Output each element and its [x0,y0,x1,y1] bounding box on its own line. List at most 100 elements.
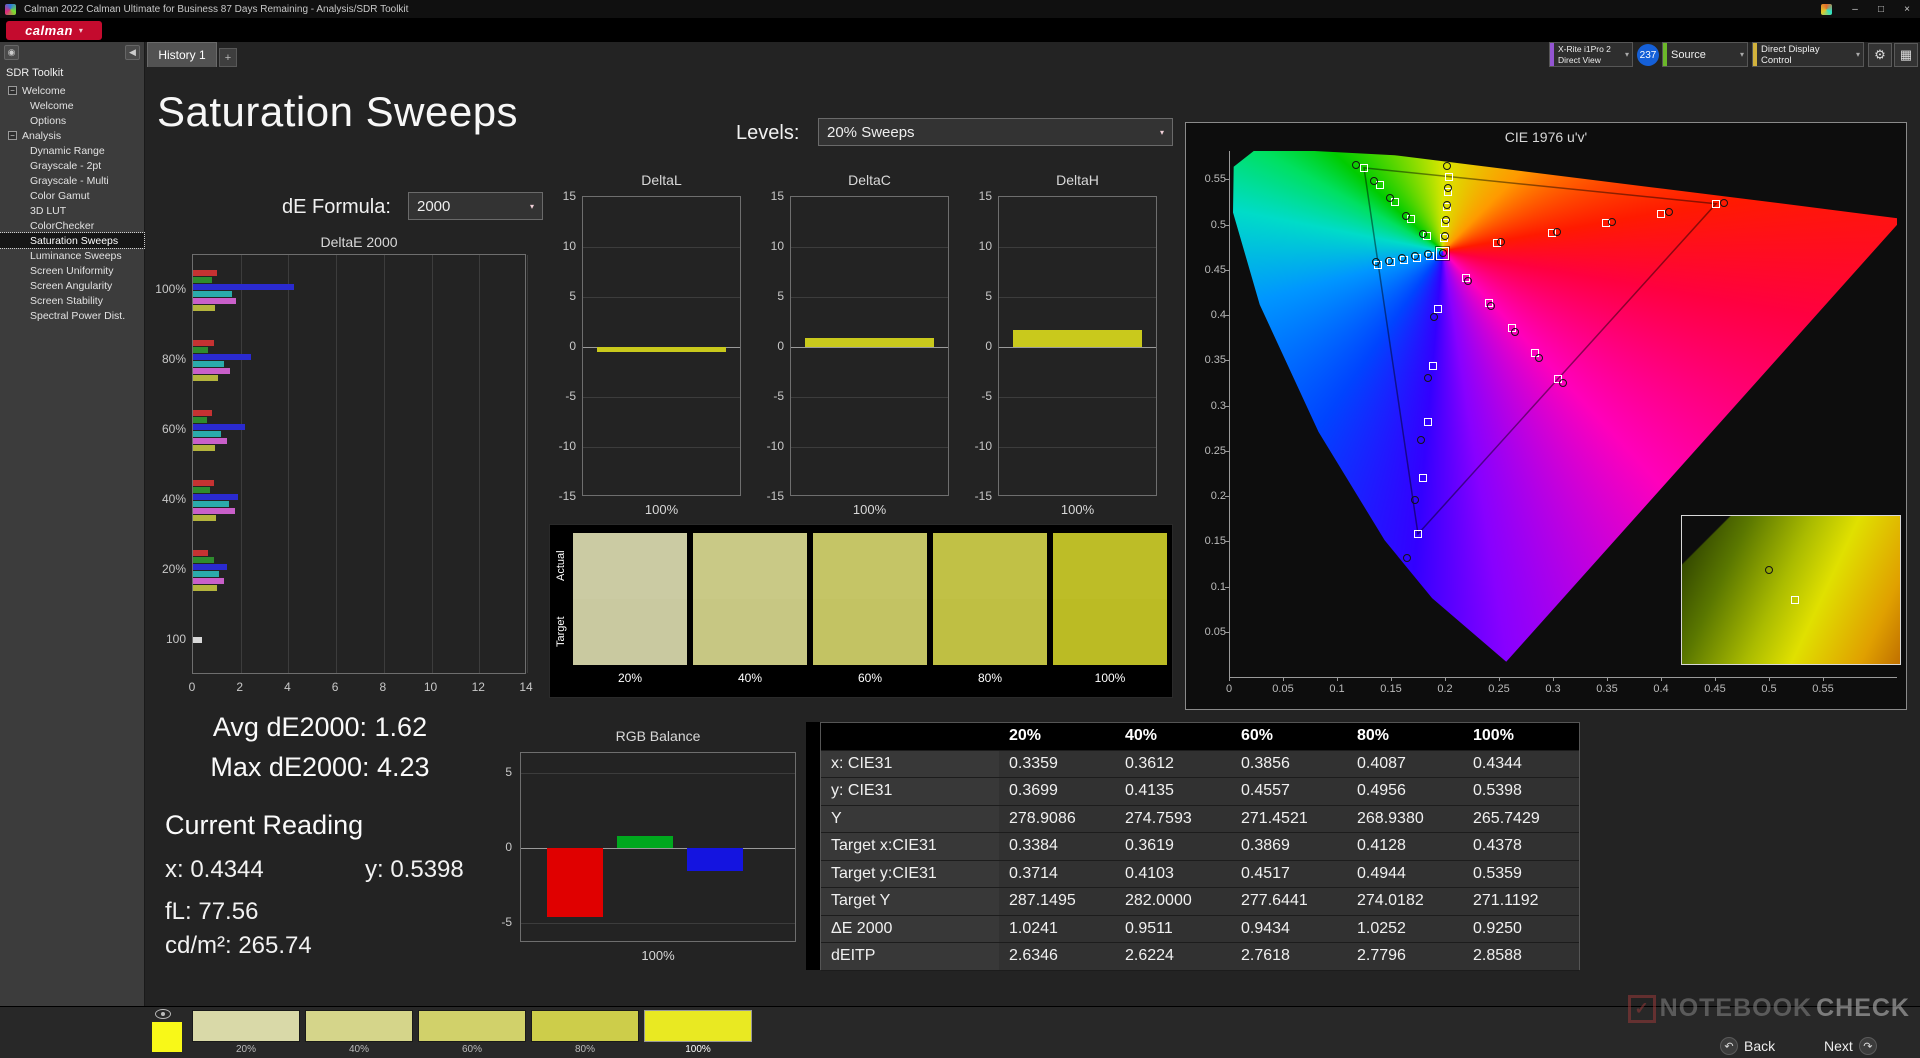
bar-cyan [193,290,232,297]
sidebar-item-welcome[interactable]: Welcome [0,98,144,113]
sidebar-target-icon[interactable]: ◉ [4,45,19,60]
gridline [791,397,948,398]
source-selector[interactable]: Source ▾ [1662,42,1748,67]
y-tick-label: 10 [978,239,992,253]
filmstrip-tile-60%[interactable]: 60% [418,1010,526,1055]
bar-magenta [193,577,224,584]
sidebar-item-color-gamut[interactable]: Color Gamut [0,188,144,203]
close-button[interactable]: × [1894,0,1920,18]
swatch-comparison: Actual Target 20% 40% 60% 80% 100% [549,524,1173,698]
filmstrip-tile-20%[interactable]: 20% [192,1010,300,1055]
cie-measured-point-magenta [1487,301,1496,310]
rgb-balance-title: RGB Balance [615,728,701,744]
minimize-button[interactable]: – [1842,0,1868,18]
y-tick-label: 10 [770,239,784,253]
gear-icon[interactable]: ⚙ [1868,43,1892,67]
swatch-column-40%: 40% [693,533,807,685]
back-label: Back [1744,1038,1776,1054]
eye-icon[interactable] [155,1009,171,1019]
y-group-label: 100% [155,282,186,296]
table-cell: 0.4135 [1115,778,1231,806]
rgb-balance-chart [520,752,796,942]
tick-mark [1391,677,1392,681]
sidebar-item-saturation-sweeps[interactable]: Saturation Sweeps [0,232,145,249]
chevron-down-icon: ▾ [78,25,83,35]
toolkit-title: SDR Toolkit [6,67,64,79]
sidebar-item-3d-lut[interactable]: 3D LUT [0,203,144,218]
de-formula-dropdown[interactable]: 2000 ▾ [408,192,543,220]
filmstrip-tile-100%[interactable]: 100% [644,1010,752,1055]
watermark-text-2: CHECK [1816,994,1910,1022]
tick-mark [1337,677,1338,681]
target-row-label: Target [555,616,567,648]
y-tick-label: 10 [562,239,576,253]
gridline [999,397,1156,398]
avg-de2000: Avg dE2000: 1.62 [212,712,428,742]
tree-group-analysis[interactable]: − Analysis [0,128,144,143]
table-cell: 274.7593 [1115,805,1231,833]
calman-menu-button[interactable]: calman ▾ [6,20,102,40]
y-tick-label: 0 [505,840,512,854]
x-category-label: 100% [852,502,887,517]
cie-x-tick: 0.25 [1488,683,1510,695]
sidebar-item-spectral-power-dist-[interactable]: Spectral Power Dist. [0,308,144,323]
cie-measured-point-cyan [1410,252,1419,261]
cie-x-tick: 0.5 [1761,683,1777,695]
maximize-button[interactable]: □ [1868,0,1894,18]
y-group-label: 40% [161,492,186,506]
meter-selector[interactable]: X-Rite i1Pro 2 Direct View ▾ [1549,42,1633,67]
sidebar-item-grayscale-multi[interactable]: Grayscale - Multi [0,173,144,188]
sidebar-item-screen-uniformity[interactable]: Screen Uniformity [0,263,144,278]
back-arrow-icon: ↶ [1720,1037,1738,1055]
tree-expand-icon[interactable]: − [8,131,17,140]
chevron-down-icon: ▾ [529,201,534,211]
table-header-cell: 100% [1463,723,1579,751]
y-tick-label: 0 [985,339,992,353]
table-cell: 0.9250 [1463,915,1579,943]
inset-target-point [1791,595,1799,604]
add-tab-button[interactable]: + [219,48,237,67]
layout-panel-icon[interactable]: ▦ [1894,43,1918,67]
levels-dropdown[interactable]: 20% Sweeps ▾ [818,118,1173,146]
sidebar-collapse-icon[interactable]: ◀ [125,45,140,60]
tree-group-label: Welcome [22,84,66,97]
current-reading-title: Current Reading [165,810,364,840]
table-cell: 0.4344 [1463,750,1579,778]
y-tick-label: -5 [773,389,784,403]
back-button[interactable]: ↶ Back [1720,1036,1775,1056]
cie-x-tick: 0 [1225,683,1233,695]
display-control-selector[interactable]: Direct Display Control ▾ [1752,42,1864,67]
tree-group-welcome[interactable]: − Welcome [0,83,144,98]
actual-swatch [813,533,927,599]
table-cell: 0.4944 [1347,860,1463,888]
cie-measured-point-blue [1403,553,1412,562]
x-tick-label: 12 [471,680,485,694]
de-formula-label: dE Formula: [282,196,391,218]
tree-group-label: Analysis [22,129,62,142]
deltaC-title: DeltaC [848,172,891,188]
sidebar-item-luminance-sweeps[interactable]: Luminance Sweeps [0,248,144,263]
bar-green [193,276,213,283]
sidebar-item-dynamic-range[interactable]: Dynamic Range [0,143,144,158]
filmstrip-tile-40%[interactable]: 40% [305,1010,413,1055]
actual-swatch [1053,533,1167,599]
sidebar-item-colorchecker[interactable]: ColorChecker [0,218,144,233]
table-header-cell: 80% [1347,723,1463,751]
next-button[interactable]: Next ↷ [1824,1036,1877,1056]
table-cell: 0.4128 [1347,833,1463,861]
next-arrow-icon: ↷ [1858,1037,1877,1055]
target-swatch [573,599,687,665]
results-table: 20% 40% 60% 80% 100% x: CIE31 0.3359 0.3612 0.38… [820,722,1580,971]
tick-mark [1607,677,1608,681]
cie-y-tick: 0.1 [1210,580,1226,593]
tree-expand-icon[interactable]: − [8,86,17,95]
bar-green [193,556,214,563]
filmstrip-tile-80%[interactable]: 80% [531,1010,639,1055]
y-tick-label: 5 [985,289,992,303]
sidebar-item-grayscale-2pt[interactable]: Grayscale - 2pt [0,158,144,173]
sidebar-item-options[interactable]: Options [0,113,144,128]
table-cell: 2.6346 [999,943,1115,971]
cie-measured-point-magenta [1463,276,1472,285]
tab-history-1[interactable]: History 1 [147,42,217,67]
filmstrip-current-swatch[interactable] [152,1022,182,1052]
